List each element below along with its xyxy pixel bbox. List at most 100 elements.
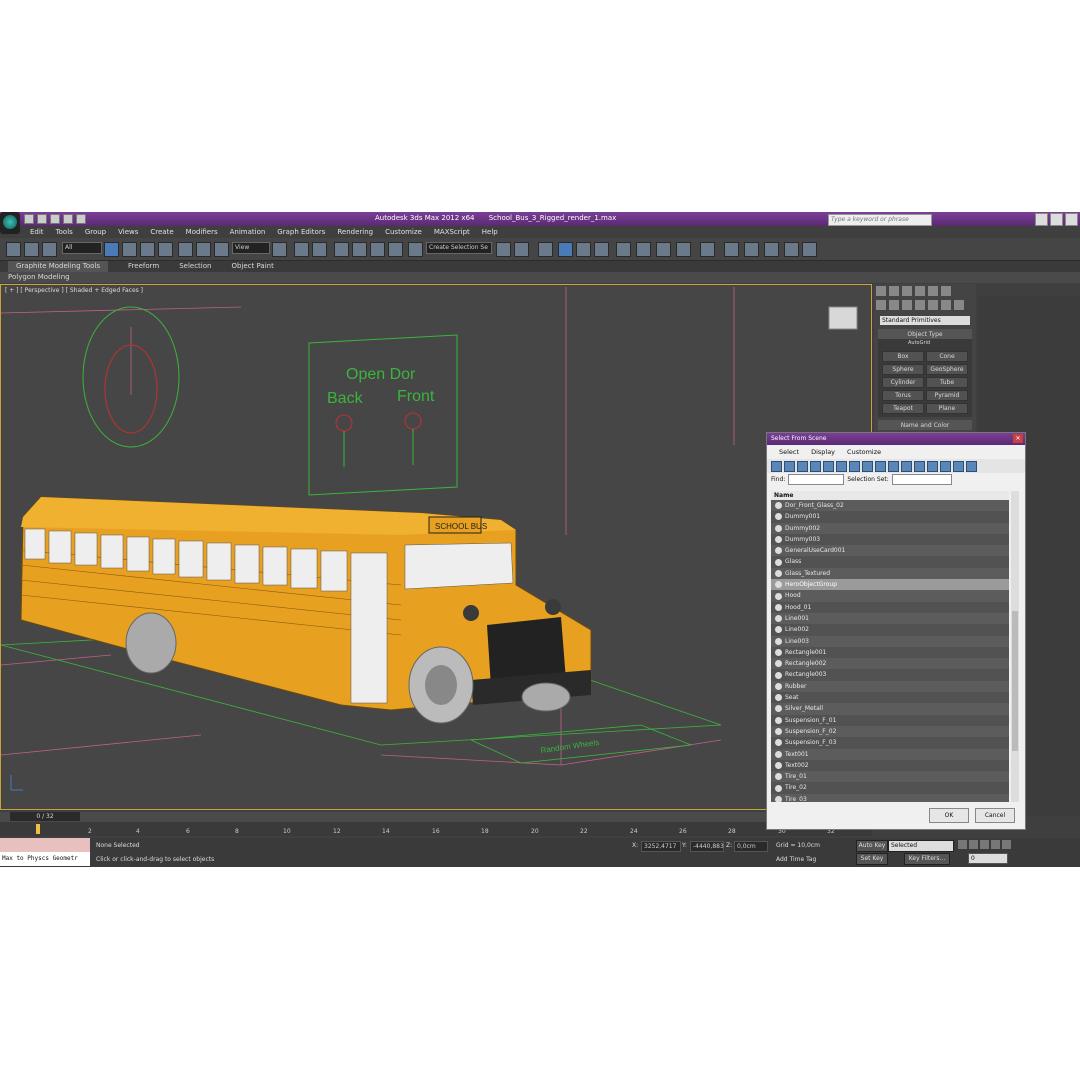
list-item[interactable]: Glass <box>771 556 1009 567</box>
auto-key-button[interactable]: Auto Key <box>856 840 888 852</box>
set-key-button[interactable]: Set Key <box>856 853 888 865</box>
physics-reset-icon[interactable] <box>802 242 817 257</box>
select-all-icon[interactable] <box>901 461 912 472</box>
search-input[interactable]: Type a keyword or phrase <box>828 214 932 226</box>
front-door-control[interactable] <box>404 412 422 430</box>
tab-graphite-modeling-tools[interactable]: Graphite Modeling Tools <box>8 261 109 272</box>
list-item[interactable]: Seat <box>771 692 1009 703</box>
tab-object-paint[interactable]: Object Paint <box>231 261 273 272</box>
ribbon-subtab-polygon-modeling[interactable]: Polygon Modeling <box>0 272 1080 283</box>
list-item[interactable]: Tire_03 <box>771 793 1009 802</box>
pyramid-button[interactable]: Pyramid <box>926 390 968 401</box>
edit-named-selection-icon[interactable] <box>408 242 423 257</box>
plane-button[interactable]: Plane <box>926 403 968 414</box>
time-slider[interactable]: 0 / 32 <box>0 812 872 822</box>
list-view-icon[interactable] <box>940 461 951 472</box>
graphite-toggle-icon[interactable] <box>558 242 573 257</box>
geometry-icon[interactable] <box>876 300 886 310</box>
select-by-name-icon[interactable] <box>122 242 137 257</box>
next-frame-icon[interactable] <box>991 840 1000 849</box>
list-item[interactable]: Dummy003 <box>771 534 1009 545</box>
maximize-button[interactable] <box>1050 213 1063 226</box>
spinner-snap-icon[interactable] <box>388 242 403 257</box>
redo-icon[interactable] <box>76 214 86 224</box>
filter-funnel-icon[interactable] <box>966 461 977 472</box>
torus-button[interactable]: Torus <box>882 390 924 401</box>
schematic-view-icon[interactable] <box>594 242 609 257</box>
undo-icon[interactable] <box>63 214 73 224</box>
selection-filter-dropdown[interactable]: All <box>62 242 102 254</box>
link-icon[interactable] <box>6 242 21 257</box>
go-to-end-icon[interactable] <box>1002 840 1011 849</box>
align-icon[interactable] <box>514 242 529 257</box>
sphere-button[interactable]: Sphere <box>882 364 924 375</box>
list-item[interactable]: Rubber <box>771 680 1009 693</box>
filter-geometry-icon[interactable] <box>771 461 782 472</box>
invert-selection-icon[interactable] <box>927 461 938 472</box>
filter-cameras-icon[interactable] <box>810 461 821 472</box>
menu-animation[interactable]: Animation <box>230 226 266 238</box>
tab-freeform[interactable]: Freeform <box>128 261 159 272</box>
list-item[interactable]: Suspension_F_03 <box>771 737 1009 748</box>
list-item[interactable]: Dor_Front_Glass_02 <box>771 500 1009 512</box>
list-item[interactable]: Suspension_F_01 <box>771 715 1009 726</box>
open-file-icon[interactable] <box>37 214 47 224</box>
list-item[interactable]: Text002 <box>771 760 1009 771</box>
menu-customize[interactable]: Customize <box>385 226 422 238</box>
name-color-header[interactable]: Name and Color <box>878 421 972 430</box>
maxscript-listener[interactable]: Max to Physcs Geometr <box>0 838 90 866</box>
rotate-icon[interactable] <box>196 242 211 257</box>
track-bar[interactable]: 2 4 6 8 10 12 14 16 18 20 22 24 26 28 30… <box>0 822 872 836</box>
menu-graph-editors[interactable]: Graph Editors <box>277 226 325 238</box>
utilities-tab-icon[interactable] <box>941 286 951 296</box>
select-none-icon[interactable] <box>914 461 925 472</box>
primitive-type-dropdown[interactable]: Standard Primitives <box>880 316 970 325</box>
physics-play-icon[interactable] <box>764 242 779 257</box>
select-and-manipulate-icon[interactable] <box>294 242 309 257</box>
percent-snap-icon[interactable] <box>370 242 385 257</box>
list-scrollbar[interactable] <box>1011 491 1019 802</box>
list-item[interactable]: Tire_01 <box>771 771 1009 783</box>
list-item[interactable]: Line002 <box>771 624 1009 635</box>
filter-helpers-icon[interactable] <box>823 461 834 472</box>
list-item[interactable]: Line001 <box>771 612 1009 625</box>
key-mode-dropdown[interactable]: Selected <box>888 840 954 852</box>
named-selection-dropdown[interactable]: Create Selection Se <box>426 242 492 254</box>
list-item[interactable]: Suspension_F_02 <box>771 725 1009 738</box>
pivot-center-icon[interactable] <box>272 242 287 257</box>
minimize-button[interactable] <box>1035 213 1048 226</box>
list-item[interactable]: Hood <box>771 590 1009 602</box>
rendered-frame-icon[interactable] <box>656 242 671 257</box>
previous-frame-icon[interactable] <box>969 840 978 849</box>
reference-coordinate-dropdown[interactable]: View <box>232 242 270 254</box>
z-coordinate-field[interactable]: 0,0cm <box>734 841 768 852</box>
hierarchy-tab-icon[interactable] <box>902 286 912 296</box>
menu-create[interactable]: Create <box>150 226 173 238</box>
snap-toggle-icon[interactable] <box>334 242 349 257</box>
go-to-start-icon[interactable] <box>958 840 967 849</box>
helper-icon[interactable] <box>724 242 739 257</box>
list-item[interactable]: Tire_02 <box>771 782 1009 793</box>
scene-object-list[interactable]: Name Dor_Front_Glass_02 Dummy001 Dummy00… <box>771 491 1009 802</box>
shapes-icon[interactable] <box>889 300 899 310</box>
new-file-icon[interactable] <box>24 214 34 224</box>
helpers-icon[interactable] <box>928 300 938 310</box>
view-cube[interactable] <box>828 306 858 330</box>
dialog-menu-display[interactable]: Display <box>811 445 835 459</box>
keyboard-shortcut-icon[interactable] <box>312 242 327 257</box>
menu-views[interactable]: Views <box>118 226 138 238</box>
perspective-viewport[interactable]: Open Dor Back Front Random Wheels SCHOOL… <box>0 284 872 810</box>
scale-icon[interactable] <box>214 242 229 257</box>
cylinder-button[interactable]: Cylinder <box>882 377 924 388</box>
material-editor-icon[interactable] <box>616 242 631 257</box>
menu-help[interactable]: Help <box>482 226 498 238</box>
list-item[interactable]: Rectangle002 <box>771 658 1009 670</box>
list-item-highlighted[interactable]: HeroObjectGroup <box>771 579 1009 591</box>
find-input[interactable] <box>788 474 845 485</box>
filter-shapes-icon[interactable] <box>784 461 795 472</box>
list-item[interactable]: Dummy002 <box>771 522 1009 534</box>
filter-groups-icon[interactable] <box>849 461 860 472</box>
mirror-icon[interactable] <box>496 242 511 257</box>
time-slider-handle[interactable] <box>36 824 40 834</box>
maxscript-output[interactable] <box>0 838 90 852</box>
